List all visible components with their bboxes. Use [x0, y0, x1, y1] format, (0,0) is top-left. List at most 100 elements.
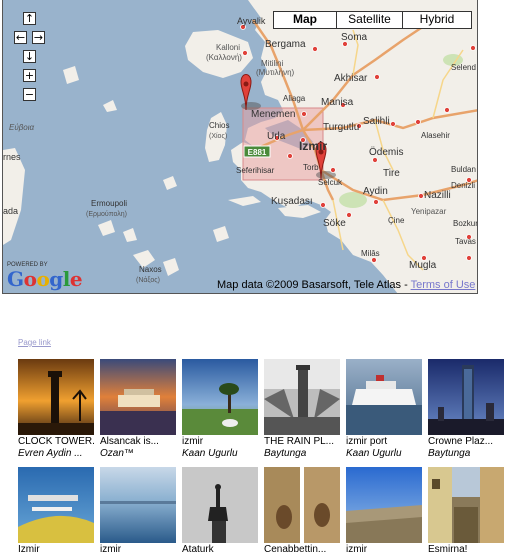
- photo-card[interactable]: İzmir: [18, 467, 94, 556]
- photo-author[interactable]: Baytunga: [264, 448, 340, 460]
- photo-title[interactable]: Ataturk: [182, 544, 258, 556]
- svg-text:Aliaga: Aliaga: [283, 94, 306, 103]
- map-canvas[interactable]: E881 Ayvalik Kalloni (Καλλονή) Bergama S…: [3, 0, 478, 294]
- photo-thumbnail[interactable]: [18, 467, 94, 543]
- photo-title[interactable]: İzmir: [18, 544, 94, 556]
- photo-thumbnail[interactable]: [18, 359, 94, 435]
- svg-text:Milâs: Milâs: [361, 249, 380, 258]
- photo-title[interactable]: Cenabbettin...: [264, 544, 340, 556]
- pan-left-button[interactable]: ←: [14, 31, 27, 44]
- photo-thumbnail[interactable]: [428, 359, 504, 435]
- svg-text:Chios: Chios: [209, 121, 229, 130]
- photo-title[interactable]: izmir: [100, 544, 176, 556]
- svg-text:Seferihisar: Seferihisar: [236, 166, 275, 175]
- photo-thumbnail[interactable]: [182, 467, 258, 543]
- photo-card[interactable]: Esmirna!: [428, 467, 504, 556]
- svg-text:Ödemis: Ödemis: [369, 146, 403, 158]
- photo-author[interactable]: Kaan Ugurlu: [346, 448, 422, 460]
- map-widget[interactable]: E881 Ayvalik Kalloni (Καλλονή) Bergama S…: [2, 0, 478, 294]
- photo-title[interactable]: CLOCK TOWER...: [18, 436, 94, 448]
- photo-title[interactable]: izmir: [346, 544, 422, 556]
- photo-author[interactable]: Ozan™: [100, 448, 176, 460]
- photo-card[interactable]: Crowne Plaz... Baytunga: [428, 359, 504, 460]
- svg-text:Tavas: Tavas: [455, 237, 476, 246]
- svg-text:Turgutlu: Turgutlu: [323, 122, 359, 133]
- svg-text:Selend: Selend: [451, 63, 476, 72]
- photo-thumbnail[interactable]: [264, 359, 340, 435]
- photo-thumbnail[interactable]: [346, 467, 422, 543]
- svg-text:Söke: Söke: [323, 218, 346, 229]
- photo-author[interactable]: Baytunga: [428, 448, 504, 460]
- svg-text:Selcuk: Selcuk: [318, 178, 343, 187]
- photo-thumbnail[interactable]: [182, 359, 258, 435]
- svg-text:Alasehir: Alasehir: [421, 131, 450, 140]
- photo-card[interactable]: CLOCK TOWER... Evren Aydin ...: [18, 359, 94, 460]
- photo-thumbnail[interactable]: [428, 467, 504, 543]
- svg-text:Nazilli: Nazilli: [424, 190, 451, 201]
- photo-title[interactable]: izmir port: [346, 436, 422, 448]
- map-type-hybrid-button[interactable]: Hybrid: [402, 12, 471, 28]
- svg-text:Naxos: Naxos: [139, 265, 162, 274]
- google-logo[interactable]: Google: [7, 268, 83, 290]
- photo-title[interactable]: Crowne Plaz...: [428, 436, 504, 448]
- svg-text:Bozkurt: Bozkurt: [453, 219, 478, 228]
- svg-text:(Καλλονή): (Καλλονή): [206, 53, 242, 62]
- svg-text:rnes: rnes: [3, 152, 21, 162]
- svg-text:(Μυτιλήνη): (Μυτιλήνη): [256, 68, 295, 77]
- svg-text:Denizli: Denizli: [451, 181, 475, 190]
- svg-text:Ayvalik: Ayvalik: [237, 16, 266, 26]
- photo-card[interactable]: THE RAIN PL... Baytunga: [264, 359, 340, 460]
- map-attribution: Map data ©2009 Basarsoft, Tele Atlas - T…: [217, 279, 475, 291]
- svg-text:(Χίος): (Χίος): [209, 132, 227, 140]
- pan-right-button[interactable]: →: [32, 31, 45, 44]
- photo-card[interactable]: Cenabbettin...: [264, 467, 340, 556]
- photo-card[interactable]: izmir: [346, 467, 422, 556]
- pan-up-button[interactable]: ↑: [23, 12, 36, 25]
- svg-text:ada: ada: [3, 206, 18, 216]
- svg-text:Urla: Urla: [267, 131, 286, 142]
- svg-text:Tire: Tire: [383, 168, 400, 179]
- svg-text:Bergama: Bergama: [265, 39, 306, 50]
- photo-thumbnail[interactable]: [100, 467, 176, 543]
- attribution-text: Map data ©2009 Basarsoft, Tele Atlas -: [217, 279, 411, 291]
- svg-text:Εύβοια: Εύβοια: [9, 123, 35, 132]
- svg-text:Çine: Çine: [388, 216, 405, 225]
- photo-thumbnail[interactable]: [264, 467, 340, 543]
- svg-text:Kuşadası: Kuşadası: [271, 196, 313, 207]
- photo-card[interactable]: Alsancak is... Ozan™: [100, 359, 176, 460]
- photo-title[interactable]: THE RAIN PL...: [264, 436, 340, 448]
- svg-text:Menemen: Menemen: [251, 109, 295, 120]
- svg-text:Salihli: Salihli: [363, 116, 390, 127]
- photo-thumbnail[interactable]: [346, 359, 422, 435]
- photo-title[interactable]: Esmirna!: [428, 544, 504, 556]
- photo-card[interactable]: izmir port Kaan Ugurlu: [346, 359, 422, 460]
- svg-text:Mitilini: Mitilini: [261, 59, 283, 68]
- svg-text:Mugla: Mugla: [409, 260, 437, 271]
- svg-text:Buldan: Buldan: [451, 165, 476, 174]
- photo-thumbnail[interactable]: [100, 359, 176, 435]
- map-type-satellite-button[interactable]: Satellite: [336, 12, 402, 28]
- svg-text:(Ερμούπολη): (Ερμούπολη): [86, 210, 127, 218]
- photo-author[interactable]: Kaan Ugurlu: [182, 448, 258, 460]
- pan-down-button[interactable]: ↓: [23, 50, 36, 63]
- map-type-map-button[interactable]: Map: [274, 12, 336, 28]
- svg-text:Torb: Torb: [303, 163, 319, 172]
- photo-title[interactable]: Alsancak is...: [100, 436, 176, 448]
- svg-text:Aydin: Aydin: [363, 186, 388, 197]
- svg-text:Ermoupoli: Ermoupoli: [91, 199, 127, 208]
- svg-text:(Νάξος): (Νάξος): [136, 276, 160, 284]
- photo-card[interactable]: Ataturk: [182, 467, 258, 556]
- svg-text:Izmir: Izmir: [299, 139, 327, 153]
- photo-author[interactable]: Evren Aydin ...: [18, 448, 94, 460]
- svg-text:Manisa: Manisa: [321, 97, 354, 108]
- zoom-out-button[interactable]: −: [23, 88, 36, 101]
- terms-of-use-link[interactable]: Terms of Use: [411, 279, 476, 291]
- zoom-in-button[interactable]: +: [23, 69, 36, 82]
- svg-text:Soma: Soma: [341, 32, 368, 43]
- svg-text:Kalloni: Kalloni: [216, 43, 240, 52]
- page-link[interactable]: Page link: [18, 338, 51, 347]
- photo-card[interactable]: izmir Kaan Ugurlu: [182, 359, 258, 460]
- photo-card[interactable]: izmir: [100, 467, 176, 556]
- svg-text:Yenipazar: Yenipazar: [411, 207, 447, 216]
- photo-title[interactable]: izmir: [182, 436, 258, 448]
